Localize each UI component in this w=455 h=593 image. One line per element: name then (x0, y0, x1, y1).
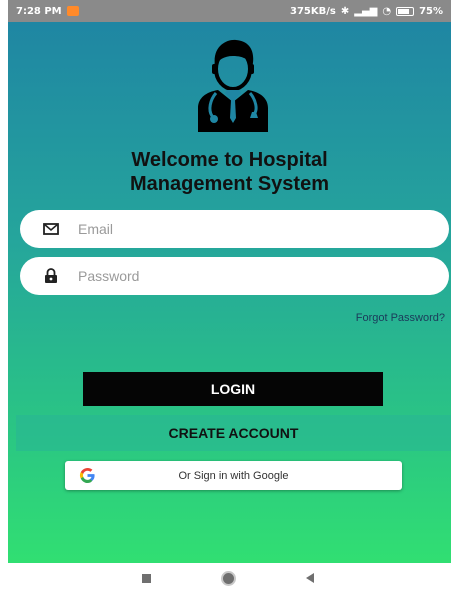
welcome-title-line1: Welcome to Hospital (131, 149, 328, 171)
email-input[interactable] (76, 220, 449, 238)
status-bar-right: 375KB/s ✱ ▂▄▆ ◔ 75% (290, 6, 443, 17)
system-navigation-bar (0, 563, 455, 593)
password-input[interactable] (76, 267, 449, 285)
network-speed: 375KB/s (290, 5, 336, 17)
google-signin-label: Or Sign in with Google (178, 469, 289, 482)
envelope-icon (42, 220, 60, 238)
welcome-title-line2: Management System (130, 173, 329, 195)
notification-icon (66, 6, 79, 16)
status-bar-left: 7:28 PM (16, 6, 79, 17)
google-signin-button[interactable]: Or Sign in with Google (65, 461, 402, 490)
home-button[interactable] (220, 570, 236, 586)
status-time: 7:28 PM (16, 5, 62, 17)
wifi-icon: ◔ (382, 5, 392, 17)
doctor-icon (198, 39, 268, 132)
battery-level: 75% (419, 5, 443, 17)
status-bar: 7:28 PM 375KB/s ✱ ▂▄▆ ◔ 75% (8, 0, 451, 22)
lock-icon (42, 267, 60, 285)
login-button[interactable]: LOGIN (83, 372, 383, 406)
password-field[interactable] (20, 257, 449, 295)
bluetooth-icon: ✱ (340, 5, 350, 17)
recents-button[interactable] (141, 573, 151, 583)
google-logo-icon (79, 467, 95, 484)
back-button[interactable] (305, 573, 314, 583)
battery-icon (396, 6, 415, 16)
home-icon (220, 570, 236, 586)
email-field[interactable] (20, 210, 449, 248)
login-screen: Welcome to Hospital Management System Fo… (8, 22, 451, 563)
recents-icon (141, 573, 151, 583)
forgot-password-link[interactable]: Forgot Password? (356, 312, 445, 324)
back-icon (305, 573, 314, 583)
create-account-button[interactable]: CREATE ACCOUNT (16, 415, 451, 451)
signal-icon: ▂▄▆ (354, 5, 378, 17)
